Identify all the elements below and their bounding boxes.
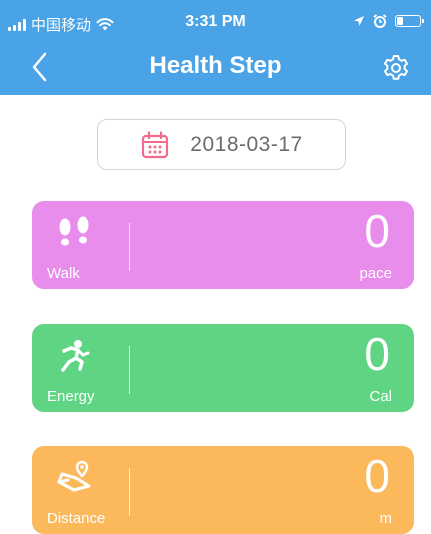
alarm-icon <box>373 14 387 28</box>
energy-card[interactable]: Energy 0 Cal <box>32 324 414 412</box>
status-right <box>353 14 424 28</box>
walk-value: 0 <box>364 205 390 257</box>
energy-label: Energy <box>47 388 95 405</box>
settings-button[interactable] <box>381 53 411 83</box>
walk-unit: pace <box>359 265 392 282</box>
walk-label: Walk <box>47 265 80 282</box>
distance-value: 0 <box>364 450 390 502</box>
location-arrow-icon <box>354 16 364 26</box>
date-value: 2018-03-17 <box>190 132 303 156</box>
date-picker[interactable]: 2018-03-17 <box>97 119 346 170</box>
footprints-icon <box>59 216 89 246</box>
running-man-icon <box>61 340 90 372</box>
energy-unit: Cal <box>369 388 392 405</box>
distance-unit: m <box>379 510 393 527</box>
gear-icon <box>384 55 408 80</box>
card-divider <box>129 468 130 516</box>
card-divider <box>129 223 130 271</box>
distance-card[interactable]: Distance 0 m <box>32 446 414 534</box>
distance-label: Distance <box>47 510 106 527</box>
page-title: Health Step <box>149 52 282 79</box>
status-bar: 中国移动 3:31 PM <box>0 0 431 40</box>
header-bar: 中国移动 3:31 PM Health Step <box>0 0 431 95</box>
nav-bar: Health Step <box>0 40 431 95</box>
route-icon <box>57 460 91 492</box>
energy-value: 0 <box>364 328 390 380</box>
battery-icon <box>395 15 424 27</box>
battery-fill <box>397 17 403 25</box>
calendar-icon <box>142 130 169 158</box>
card-divider <box>129 346 130 394</box>
walk-card[interactable]: Walk 0 pace <box>32 201 414 289</box>
